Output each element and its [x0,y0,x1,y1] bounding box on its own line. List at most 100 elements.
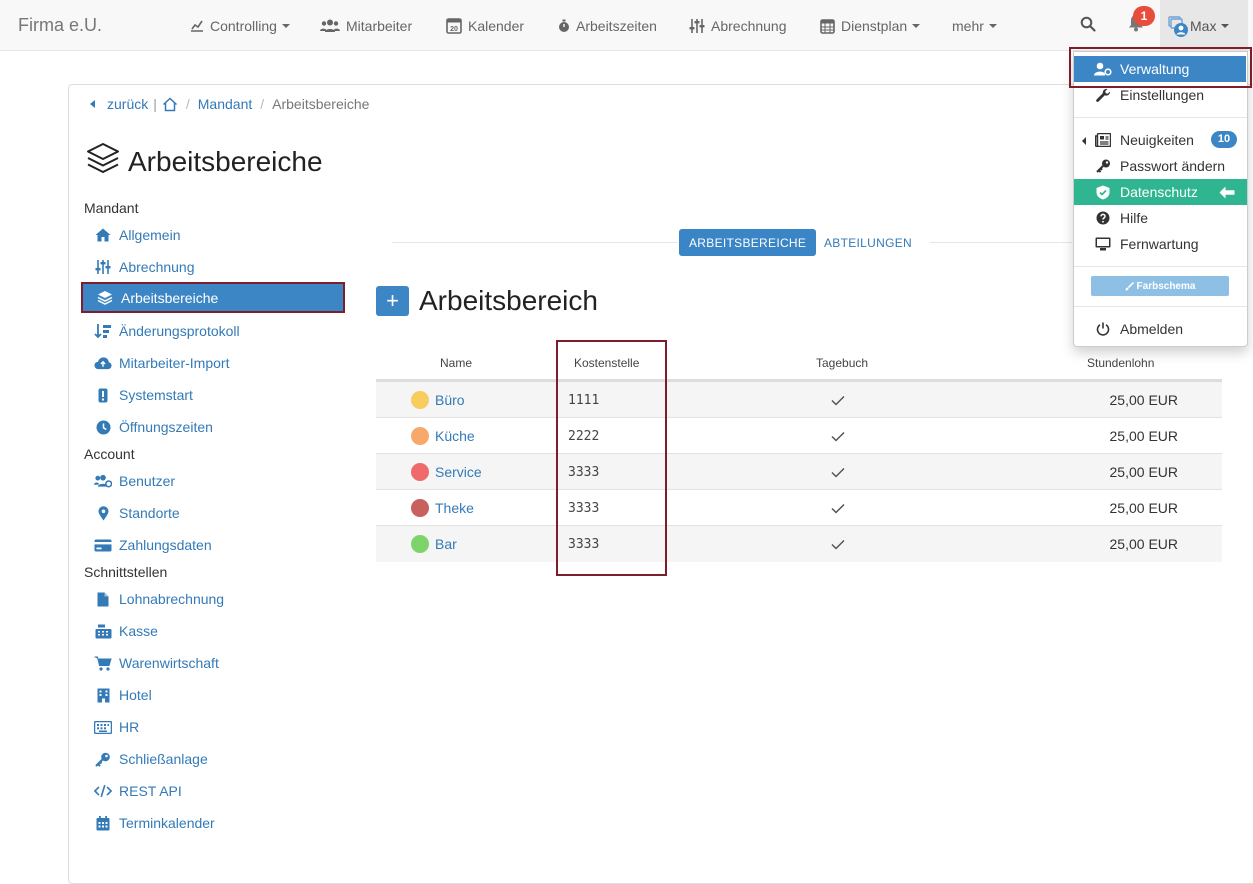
layers-icon [96,290,114,305]
farbschema-button[interactable]: Farbschema [1091,276,1229,296]
row-name-link[interactable]: Service [435,464,482,480]
nav-abrechnung[interactable]: Abrechnung [689,0,787,51]
cash-register-icon [94,624,112,639]
menu-item-passwort[interactable]: Passwort ändern [1074,153,1247,179]
add-arbeitsbereich-button[interactable]: + [376,286,409,316]
sidebar-item-systemstart[interactable]: Systemstart [84,381,346,409]
sidebar-item-allgemein[interactable]: Allgemein [84,221,346,249]
calendar-icon [94,815,112,831]
menu-item-hilfe[interactable]: Hilfe [1074,205,1247,231]
sidebar-header-account: Account [84,446,135,462]
nav-kalender[interactable]: 20 Kalender [446,0,524,51]
tab-abteilungen[interactable]: ABTEILUNGEN [814,229,922,256]
menu-item-label: Passwort ändern [1120,158,1226,174]
table-row[interactable]: Bar 3333 25,00 EUR [376,526,1222,562]
users-cog-icon [94,474,112,488]
sidebar-item-standorte[interactable]: Standorte [84,499,346,527]
tab-divider-right [930,242,1072,243]
menu-item-label: Hilfe [1120,210,1149,226]
row-stundenlohn: 25,00 EUR [1109,536,1178,552]
keyboard-icon [94,720,112,734]
user-menu-toggle[interactable]: Max [1160,0,1248,51]
nav-controlling-label: Controlling [210,17,277,34]
menu-item-label: Abmelden [1120,321,1184,337]
sidebar-item-zahlungsdaten[interactable]: Zahlungsdaten [84,531,346,559]
breadcrumb-mandant[interactable]: Mandant [198,96,252,112]
clock-icon [94,420,112,435]
tab-arbeitsbereiche[interactable]: ARBEITSBEREICHE [679,229,817,256]
sidebar-item-lohnabrechnung[interactable]: Lohnabrechnung [84,585,346,613]
sidebar-item-label: Mitarbeiter-Import [119,355,230,371]
sidebar-item-label: Standorte [119,505,180,521]
menu-item-abmelden[interactable]: Abmelden [1074,316,1247,342]
column-header-tagebuch[interactable]: Tagebuch [816,356,868,370]
menu-item-datenschutz[interactable]: Datenschutz [1074,179,1247,205]
nav-dienstplan[interactable]: Dienstplan [820,0,921,51]
sidebar-item-arbeitsbereiche[interactable]: Arbeitsbereiche [81,282,345,313]
sidebar-item-label: Abrechnung [119,259,195,275]
brush-icon [1125,281,1134,291]
chart-line-icon [190,20,204,32]
nav-mitarbeiter[interactable]: Mitarbeiter [320,0,412,51]
check-icon [831,429,845,445]
row-name-link[interactable]: Bar [435,536,457,552]
brand[interactable]: Firma e.U. [18,15,102,36]
menu-item-label: Einstellungen [1120,87,1205,103]
credit-card-icon [94,539,112,552]
sidebar-item-warenwirtschaft[interactable]: Warenwirtschaft [84,649,346,677]
sidebar-item-schliessanlage[interactable]: Schließanlage [84,745,346,773]
menu-item-fernwartung[interactable]: Fernwartung [1074,231,1247,257]
nav-controlling[interactable]: Controlling [190,0,290,51]
table-row[interactable]: Theke 3333 25,00 EUR [376,490,1222,526]
sidebar-header-mandant: Mandant [84,200,139,216]
sidebar-item-label: Warenwirtschaft [119,655,219,671]
sidebar-item-hotel[interactable]: Hotel [84,681,346,709]
caret-left-icon [1082,137,1086,145]
file-icon [94,592,112,607]
home-icon[interactable] [162,96,178,112]
sidebar-item-kasse[interactable]: Kasse [84,617,346,645]
nav-arbeitszeiten[interactable]: Arbeitszeiten [558,0,657,51]
chevron-down-icon [281,23,290,28]
layers-icon [86,142,120,181]
sidebar-item-rest-api[interactable]: REST API [84,777,346,805]
column-header-stundenlohn[interactable]: Stundenlohn [1087,356,1154,370]
row-name-link[interactable]: Theke [435,500,474,516]
table-row[interactable]: Küche 2222 25,00 EUR [376,418,1222,454]
nav-mehr[interactable]: mehr [952,0,997,51]
color-dot [411,535,429,553]
sidebar-item-benutzer[interactable]: Benutzer [84,467,346,495]
sidebar-item-label: REST API [119,783,182,799]
table-row[interactable]: Büro 1111 25,00 EUR [376,382,1222,418]
nav-abrechnung-label: Abrechnung [711,17,787,34]
search-icon[interactable] [1080,16,1096,35]
chevron-down-icon [912,23,921,28]
code-icon [94,784,112,798]
back-link[interactable]: zurück [107,96,148,112]
row-stundenlohn: 25,00 EUR [1109,428,1178,444]
section-title: + Arbeitsbereich [376,285,598,317]
chevron-down-icon [988,23,997,28]
menu-divider [1074,306,1247,307]
column-header-name[interactable]: Name [440,356,472,370]
sidebar-item-mitarbeiter-import[interactable]: Mitarbeiter-Import [84,349,346,377]
sliders-icon [689,18,705,34]
nav-mitarbeiter-label: Mitarbeiter [346,17,413,34]
color-dot [411,463,429,481]
breadcrumb-separator: / [185,96,190,112]
sidebar-item-hr[interactable]: HR [84,713,346,741]
row-name-link[interactable]: Küche [435,428,475,444]
table-row[interactable]: Service 3333 25,00 EUR [376,454,1222,490]
key-icon [94,752,112,767]
page-title-text: Arbeitsbereiche [128,145,323,177]
sidebar-item-label: HR [119,719,140,735]
section-title-text: Arbeitsbereich [419,285,598,316]
caret-left-icon [90,100,95,108]
notification-badge[interactable]: 1 [1133,6,1155,26]
sidebar-item-aenderungsprotokoll[interactable]: Änderungsprotokoll [84,317,346,345]
row-name-link[interactable]: Büro [435,392,465,408]
sidebar-item-abrechnung[interactable]: Abrechnung [84,253,346,281]
color-dot [411,391,429,409]
sidebar-item-terminkalender[interactable]: Terminkalender [84,809,346,837]
sidebar-item-oeffnungszeiten[interactable]: Öffnungszeiten [84,413,346,441]
